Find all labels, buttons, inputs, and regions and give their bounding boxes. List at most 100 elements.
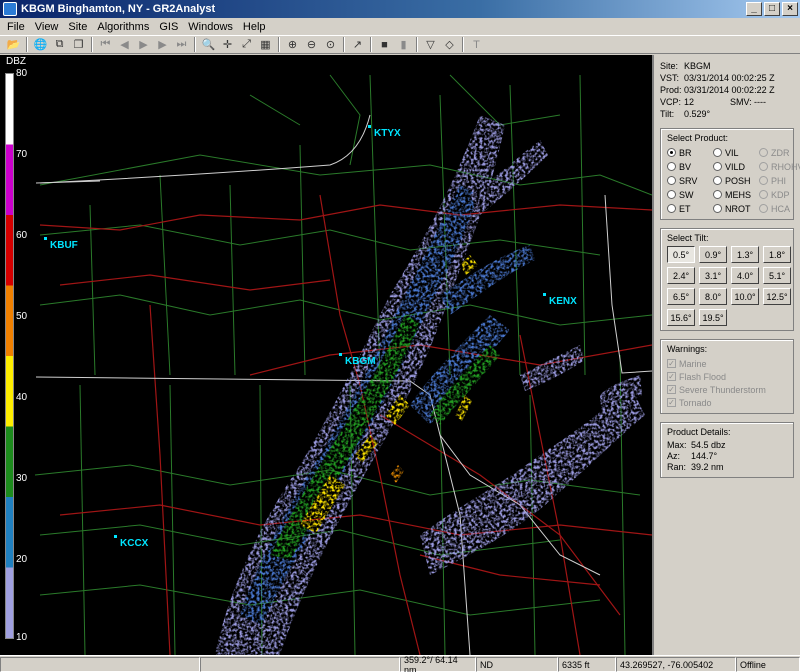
- step-forward-icon[interactable]: ▶: [153, 36, 172, 53]
- vcp-label: VCP:: [660, 97, 682, 107]
- step-back-icon[interactable]: ◀: [115, 36, 134, 53]
- warning-checkbox: ✓ Tornado: [667, 396, 789, 409]
- text-tool-icon[interactable]: T: [467, 36, 486, 53]
- warning-label: Tornado: [679, 397, 712, 408]
- layers-icon[interactable]: ▦: [256, 36, 275, 53]
- site-dot: [543, 293, 546, 296]
- product-option-label: HCA: [771, 203, 791, 214]
- tilt-button[interactable]: 15.6°: [667, 309, 695, 326]
- tilt-button[interactable]: 10.0°: [731, 288, 759, 305]
- az-label: Az:: [667, 451, 681, 461]
- select-product-group: Select Product: BR VIL ZDR BV VILD RHOHV SRV PO…: [660, 128, 800, 220]
- menu-gis[interactable]: GIS: [154, 21, 183, 33]
- tilt-button[interactable]: 0.9°: [699, 246, 727, 263]
- toolbar-separator: [26, 37, 28, 52]
- tilt-button[interactable]: 0.5°: [667, 246, 695, 263]
- legend-tick-80: 80: [16, 68, 28, 79]
- toolbar-separator: [370, 37, 372, 52]
- pan-crosshair-icon[interactable]: ✛: [218, 36, 237, 53]
- paste-icon[interactable]: ❐: [69, 36, 88, 53]
- radio-circle: [759, 176, 768, 185]
- product-option-bv[interactable]: BV: [667, 160, 713, 173]
- vcp-value: 12: [684, 97, 695, 107]
- minimize-button[interactable]: _: [746, 2, 762, 16]
- site-marker-kccx[interactable]: KCCX: [114, 535, 148, 549]
- toolbar-separator: [462, 37, 464, 52]
- skip-first-icon[interactable]: ⏮: [96, 36, 115, 53]
- tilt-button[interactable]: 1.8°: [763, 246, 791, 263]
- globe-icon[interactable]: 🌐: [31, 36, 50, 53]
- toolbar-separator: [343, 37, 345, 52]
- product-option-br[interactable]: BR: [667, 146, 713, 159]
- menu-algorithms[interactable]: Algorithms: [92, 21, 154, 33]
- radio-circle: [759, 148, 768, 157]
- radar-map[interactable]: DBZ 80 70 60 50 40 30 20 10 KTYX KBUF KE…: [0, 55, 652, 655]
- product-option-srv[interactable]: SRV: [667, 174, 713, 187]
- prod-value: 03/31/2014 00:02:22 Z: [684, 85, 775, 95]
- zoom-out-icon[interactable]: ⊖: [302, 36, 321, 53]
- site-marker-kbgm[interactable]: KBGM: [339, 353, 376, 367]
- radio-circle: [759, 190, 768, 199]
- legend-tick-60: 60: [16, 230, 28, 241]
- product-option-vild[interactable]: VILD: [713, 160, 759, 173]
- tilt-button[interactable]: 3.1°: [699, 267, 727, 284]
- radio-circle: [759, 204, 768, 213]
- copy-icon[interactable]: ⧉: [50, 36, 69, 53]
- site-marker-ktyx[interactable]: KTYX: [368, 125, 401, 139]
- tilt-button[interactable]: 1.3°: [731, 246, 759, 263]
- magnifier-icon[interactable]: 🔍: [199, 36, 218, 53]
- menu-windows[interactable]: Windows: [183, 21, 238, 33]
- legend-tick-50: 50: [16, 311, 28, 322]
- window-title: KBGM Binghamton, NY - GR2Analyst: [21, 3, 216, 15]
- menu-help[interactable]: Help: [238, 21, 271, 33]
- triangle-icon[interactable]: ▽: [421, 36, 440, 53]
- zoom-reset-icon[interactable]: ⊙: [321, 36, 340, 53]
- status-coordinates: 43.269527, -76.005402: [616, 657, 736, 672]
- legend-color-bar: [5, 73, 14, 639]
- menu-file[interactable]: File: [2, 21, 30, 33]
- site-label: KTYX: [374, 128, 401, 139]
- close-button[interactable]: ×: [782, 2, 798, 16]
- tilt-button[interactable]: 8.0°: [699, 288, 727, 305]
- checkbox-icon: ✓: [667, 398, 676, 407]
- menu-view[interactable]: View: [30, 21, 64, 33]
- tilt-button[interactable]: 4.0°: [731, 267, 759, 284]
- warning-label: Severe Thunderstorm: [679, 384, 766, 395]
- product-option-et[interactable]: ET: [667, 202, 713, 215]
- tilt-button[interactable]: 6.5°: [667, 288, 695, 305]
- product-option-vil[interactable]: VIL: [713, 146, 759, 159]
- maximize-button[interactable]: □: [764, 2, 780, 16]
- checkbox-icon: ✓: [667, 372, 676, 381]
- product-option-nrot[interactable]: NROT: [713, 202, 759, 215]
- site-dot: [44, 237, 47, 240]
- product-details-title: Product Details:: [667, 427, 731, 437]
- tilt-button[interactable]: 19.5°: [699, 309, 727, 326]
- measure-icon[interactable]: ⤢: [237, 36, 256, 53]
- tilt-button[interactable]: 5.1°: [763, 267, 791, 284]
- reflectivity-echoes: [215, 115, 645, 655]
- record-icon[interactable]: ■: [375, 36, 394, 53]
- site-marker-kbuf[interactable]: KBUF: [44, 237, 78, 251]
- diamond-icon[interactable]: ◇: [440, 36, 459, 53]
- product-option-posh[interactable]: POSH: [713, 174, 759, 187]
- site-dot: [368, 125, 371, 128]
- pointer-icon[interactable]: ↗: [348, 36, 367, 53]
- tilt-button[interactable]: 2.4°: [667, 267, 695, 284]
- site-marker-kenx[interactable]: KENX: [543, 293, 577, 307]
- tilt-button[interactable]: 12.5°: [763, 288, 791, 305]
- zoom-in-icon[interactable]: ⊕: [283, 36, 302, 53]
- product-details-group: Product Details: Max: 54.5 dbz Az: 144.7° …: [660, 422, 794, 478]
- skip-last-icon[interactable]: ⏭: [172, 36, 191, 53]
- product-radio-grid: BR VIL ZDR BV VILD RHOHV SRV POSH PHI SW MEHS KDP ET…: [667, 146, 800, 215]
- menu-site[interactable]: Site: [63, 21, 92, 33]
- product-option-label: VILD: [725, 161, 746, 172]
- warnings-title: Warnings:: [667, 344, 708, 354]
- film-icon[interactable]: ▮: [394, 36, 413, 53]
- site-label: KBUF: [50, 240, 78, 251]
- open-folder-icon[interactable]: 📂: [4, 36, 23, 53]
- product-option-sw[interactable]: SW: [667, 188, 713, 201]
- product-option-label: ZDR: [771, 147, 790, 158]
- product-option-hca: HCA: [759, 202, 800, 215]
- product-option-mehs[interactable]: MEHS: [713, 188, 759, 201]
- play-icon[interactable]: ▶: [134, 36, 153, 53]
